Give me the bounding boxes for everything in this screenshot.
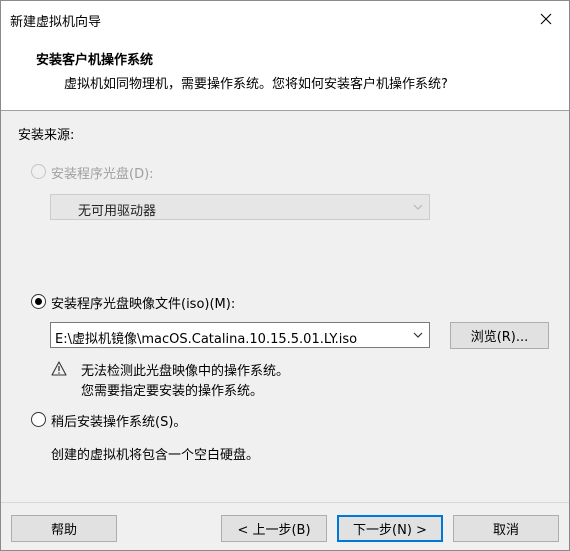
disc-drive-select[interactable]: 无可用驱动器 — [50, 194, 430, 220]
chevron-down-icon — [413, 332, 423, 338]
install-later-radio[interactable] — [31, 412, 46, 427]
iso-radio[interactable] — [31, 294, 46, 309]
disc-drive-value: 无可用驱动器 — [78, 204, 157, 219]
title-bar: 新建虚拟机向导 — [1, 1, 569, 37]
wizard-header: 安装客户机操作系统 虚拟机如同物理机，需要操作系统。您将如何安装客户机操作系统? — [1, 37, 569, 111]
cancel-button-label: 取消 — [492, 523, 519, 538]
help-button-label: 帮助 — [50, 523, 77, 538]
next-button-label: 下一步(N) > — [353, 523, 427, 538]
chevron-down-icon — [413, 204, 423, 210]
warning-icon — [51, 361, 67, 376]
install-later-label: 稍后安装操作系统(S)。 — [51, 415, 187, 430]
browse-button-label: 浏览(R)... — [470, 330, 529, 345]
next-button[interactable]: 下一步(N) > — [337, 515, 443, 542]
disc-radio-label: 安装程序光盘(D): — [51, 167, 154, 182]
window-title: 新建虚拟机向导 — [10, 15, 102, 30]
install-later-note: 创建的虚拟机将包含一个空白硬盘。 — [51, 448, 260, 463]
disc-radio[interactable] — [31, 164, 46, 179]
close-icon — [540, 13, 552, 25]
warning-line-2: 您需要指定要安装的操作系统。 — [81, 384, 264, 399]
warning-line-1: 无法检测此光盘映像中的操作系统。 — [81, 364, 290, 379]
browse-button[interactable]: 浏览(R)... — [450, 322, 549, 349]
iso-path-input[interactable]: E:\虚拟机镜像\macOS.Catalina.10.15.5.01.LY.is… — [50, 322, 430, 348]
install-source-label: 安装来源: — [18, 128, 75, 143]
page-subtitle: 虚拟机如同物理机，需要操作系统。您将如何安装客户机操作系统? — [64, 77, 448, 92]
close-button[interactable] — [523, 1, 569, 37]
cancel-button[interactable]: 取消 — [453, 515, 559, 542]
iso-path-value: E:\虚拟机镜像\macOS.Catalina.10.15.5.01.LY.is… — [55, 332, 358, 347]
help-button[interactable]: 帮助 — [11, 515, 117, 542]
page-title: 安装客户机操作系统 — [36, 53, 154, 68]
back-button-label: < 上一步(B) — [237, 523, 311, 538]
iso-radio-label: 安装程序光盘映像文件(iso)(M): — [51, 297, 236, 312]
back-button[interactable]: < 上一步(B) — [221, 515, 327, 542]
new-vm-wizard-dialog: 新建虚拟机向导 安装客户机操作系统 虚拟机如同物理机，需要操作系统。您将如何安装… — [0, 0, 570, 551]
